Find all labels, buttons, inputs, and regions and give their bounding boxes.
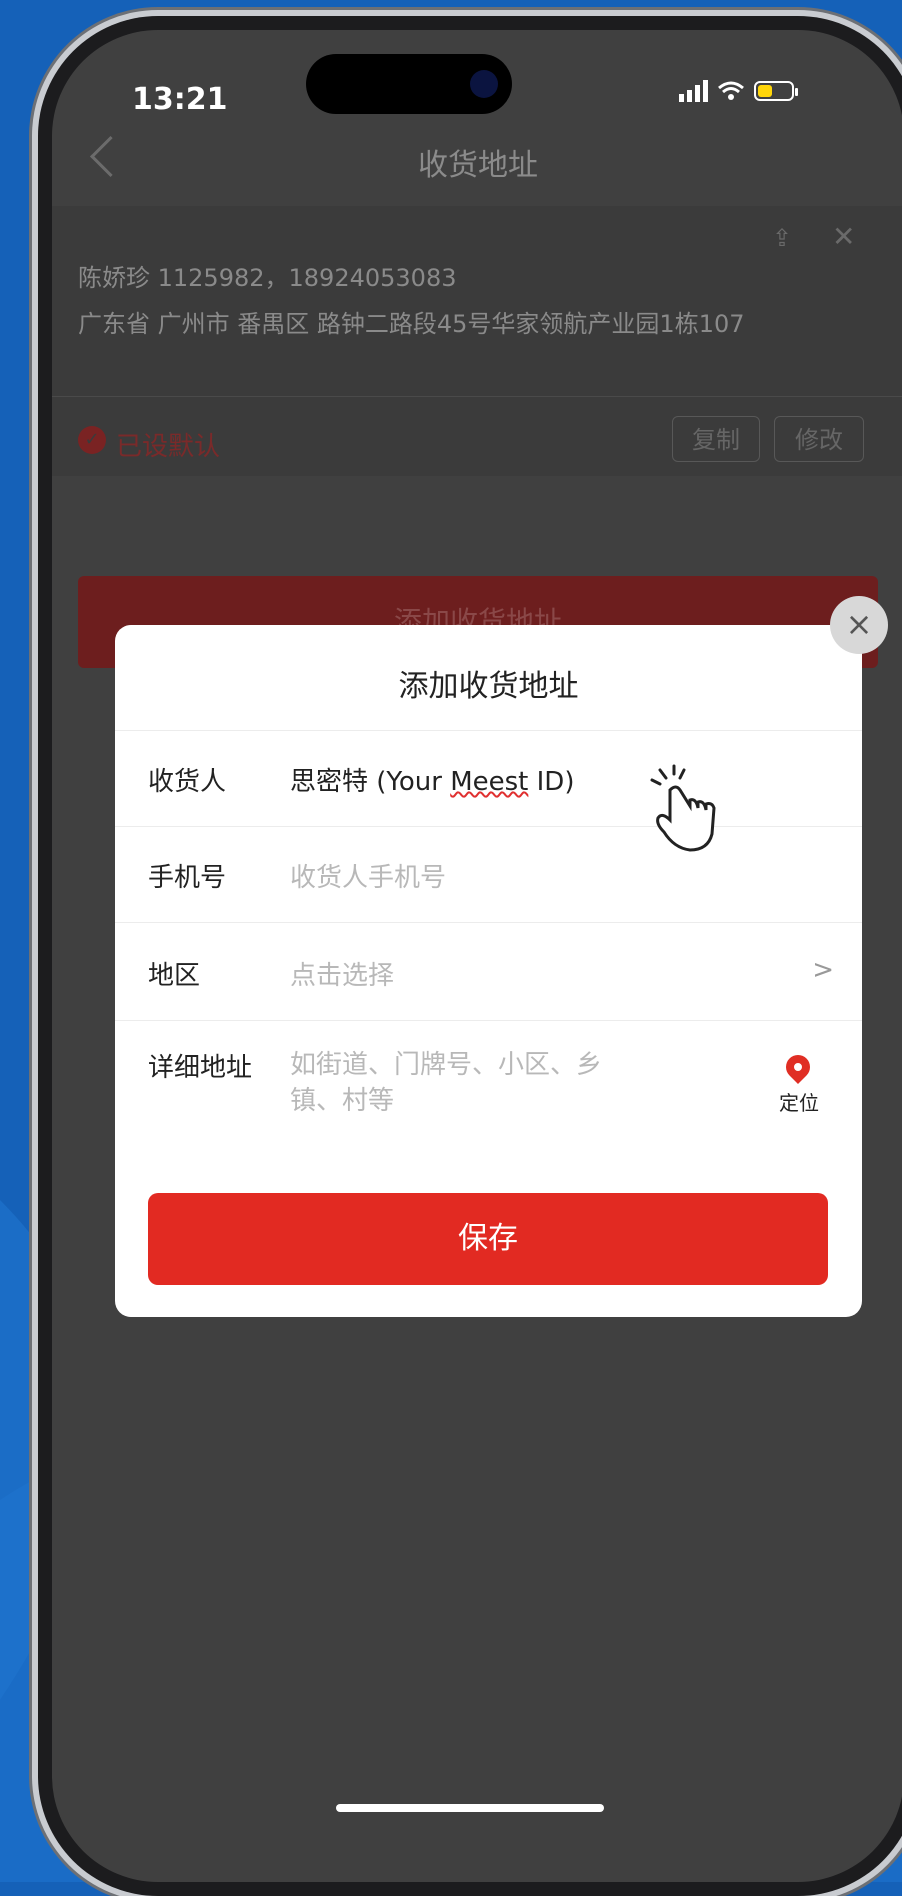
battery-icon — [754, 81, 798, 101]
edit-button[interactable]: 修改 — [774, 416, 864, 462]
recipient-label: 收货人 — [148, 767, 227, 797]
locate-label[interactable]: 定位 — [779, 1087, 819, 1116]
page-title: 收货地址 — [418, 148, 538, 183]
status-time: 13:21 — [132, 82, 228, 117]
save-button[interactable]: 保存 — [148, 1193, 828, 1285]
detail-address-label: 详细地址 — [148, 1053, 253, 1083]
detail-address-row[interactable]: 详细地址 如街道、门牌号、小区、乡 镇、村等 定位 — [115, 1020, 862, 1161]
recipient-input[interactable]: 思密特 (Your Meest ID) — [290, 761, 574, 798]
wifi-icon — [718, 81, 744, 100]
check-circle-icon: ✓ — [78, 426, 106, 454]
add-address-modal: 添加收货地址 收货人 思密特 (Your Meest ID) 手机号 收货人手机… — [115, 625, 862, 1317]
chevron-right-icon: > — [812, 955, 834, 985]
location-pin-icon[interactable] — [781, 1050, 815, 1084]
signal-icon — [679, 80, 708, 102]
pin-to-top-icon[interactable]: ⇪ — [772, 224, 792, 252]
home-indicator[interactable] — [336, 1804, 604, 1812]
detail-address-input[interactable]: 如街道、门牌号、小区、乡 镇、村等 — [290, 1047, 602, 1119]
modal-title: 添加收货地址 — [398, 669, 579, 704]
default-label: 已设默认 — [116, 432, 221, 462]
divider — [52, 396, 902, 397]
recipient-row[interactable]: 收货人 思密特 (Your Meest ID) — [115, 730, 862, 827]
camera-icon — [470, 70, 498, 98]
tap-hand-icon — [650, 764, 716, 852]
address-card: ⇪ ✕ 陈娇珍 1125982，18924053083 广东省 广州市 番禺区 … — [52, 206, 902, 476]
phone-row[interactable]: 手机号 收货人手机号 — [115, 826, 862, 923]
region-row[interactable]: 地区 点击选择 > — [115, 922, 862, 1021]
region-label: 地区 — [148, 961, 201, 991]
address-contact: 陈娇珍 1125982，18924053083 — [78, 264, 457, 292]
status-icons — [679, 80, 798, 102]
phone-input[interactable]: 收货人手机号 — [290, 857, 446, 894]
phone-label: 手机号 — [148, 863, 227, 893]
address-detail: 广东省 广州市 番禺区 路钟二路段45号华家领航产业园1栋107 — [78, 310, 745, 338]
close-icon[interactable]: ✕ — [832, 220, 855, 253]
copy-button[interactable]: 复制 — [672, 416, 760, 462]
dynamic-island — [306, 54, 512, 114]
region-select[interactable]: 点击选择 — [290, 955, 394, 992]
modal-close-button[interactable]: × — [830, 596, 888, 654]
